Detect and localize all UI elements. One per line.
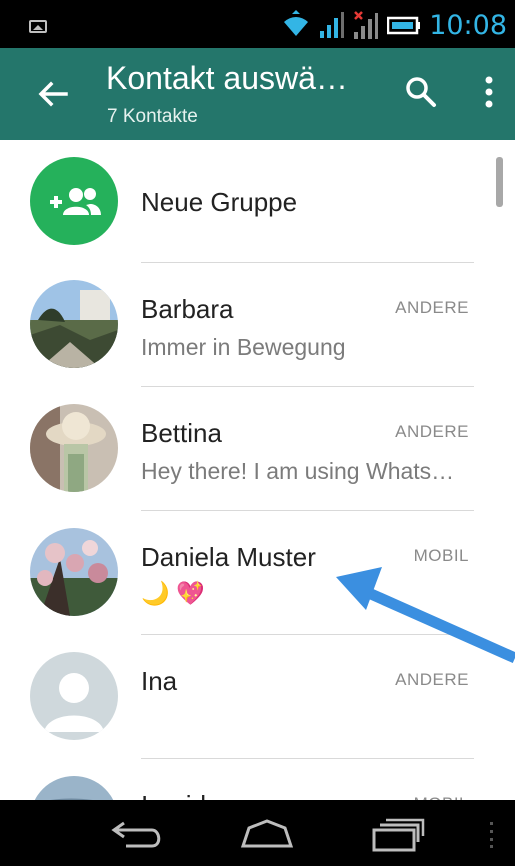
contact-status: 🌙 💖 (141, 580, 205, 606)
contact-avatar-barbara (30, 280, 118, 368)
contact-count: 7 Kontakte (107, 106, 198, 127)
contact-name: Ina (141, 666, 178, 696)
wifi-icon (284, 10, 309, 36)
clock: 10:08 (429, 9, 507, 41)
contact-avatar-daniela (30, 528, 118, 616)
contact-phone-type: ANDERE (395, 670, 469, 689)
status-icons: 10:08 (281, 6, 507, 44)
contact-phone-type: ANDERE (395, 298, 469, 317)
sky-photo (30, 776, 118, 800)
contact-status: Hey there! I am using Whats… (141, 458, 455, 484)
signal-strength-icon (320, 12, 345, 38)
scrollbar-thumb[interactable] (496, 157, 503, 207)
contact-row[interactable]: Ingrid MOBIL (0, 760, 515, 800)
contact-phone-type: ANDERE (395, 422, 469, 441)
no-signal-sim-icon (354, 11, 379, 39)
menu-dots-nav-icon[interactable] (486, 820, 498, 850)
back-arrow-icon[interactable] (34, 76, 70, 112)
contact-phone-type: MOBIL (413, 546, 469, 565)
app-bar: Kontakt auswä… 7 Kontakte (0, 48, 515, 140)
default-person-icon (44, 673, 104, 732)
contact-name: Bettina (141, 418, 222, 448)
add-group-icon (50, 188, 101, 215)
contact-name: Barbara (141, 294, 234, 324)
recent-apps-nav-icon[interactable] (370, 816, 426, 852)
hat-photo (30, 404, 118, 492)
new-group-label: Neue Gruppe (141, 187, 298, 217)
divider (141, 262, 474, 263)
contact-avatar-ingrid (30, 776, 118, 800)
back-nav-icon[interactable] (110, 818, 166, 850)
contact-avatar-bettina (30, 404, 118, 492)
divider (141, 634, 474, 635)
status-bar: 10:08 (0, 0, 515, 48)
battery-icon (387, 16, 421, 35)
landscape-photo (30, 280, 118, 368)
page-title: Kontakt auswä… (106, 60, 348, 96)
divider (141, 386, 474, 387)
navigation-bar (0, 800, 515, 866)
contact-name: Daniela Muster (141, 542, 316, 572)
contact-row[interactable]: Ina ANDERE (0, 636, 515, 760)
new-group-avatar (30, 157, 118, 245)
contact-row[interactable]: Barbara Immer in Bewegung ANDERE (0, 264, 515, 388)
contact-list[interactable]: Neue Gruppe Barbara Immer in Bewegung AN… (0, 140, 515, 800)
contact-name: Ingrid (141, 790, 206, 800)
contact-status: Immer in Bewegung (141, 334, 346, 360)
more-options-icon[interactable] (476, 72, 502, 112)
contact-row[interactable]: Daniela Muster 🌙 💖 MOBIL (0, 512, 515, 636)
home-nav-icon[interactable] (239, 818, 295, 850)
new-group-item[interactable]: Neue Gruppe (0, 140, 515, 264)
gallery-notification-icon (29, 20, 47, 33)
divider (141, 510, 474, 511)
blossom-photo (30, 528, 118, 616)
contact-avatar-placeholder (30, 652, 118, 740)
contact-row[interactable]: Bettina Hey there! I am using Whats… AND… (0, 388, 515, 512)
divider (141, 758, 474, 759)
search-icon[interactable] (403, 74, 439, 110)
